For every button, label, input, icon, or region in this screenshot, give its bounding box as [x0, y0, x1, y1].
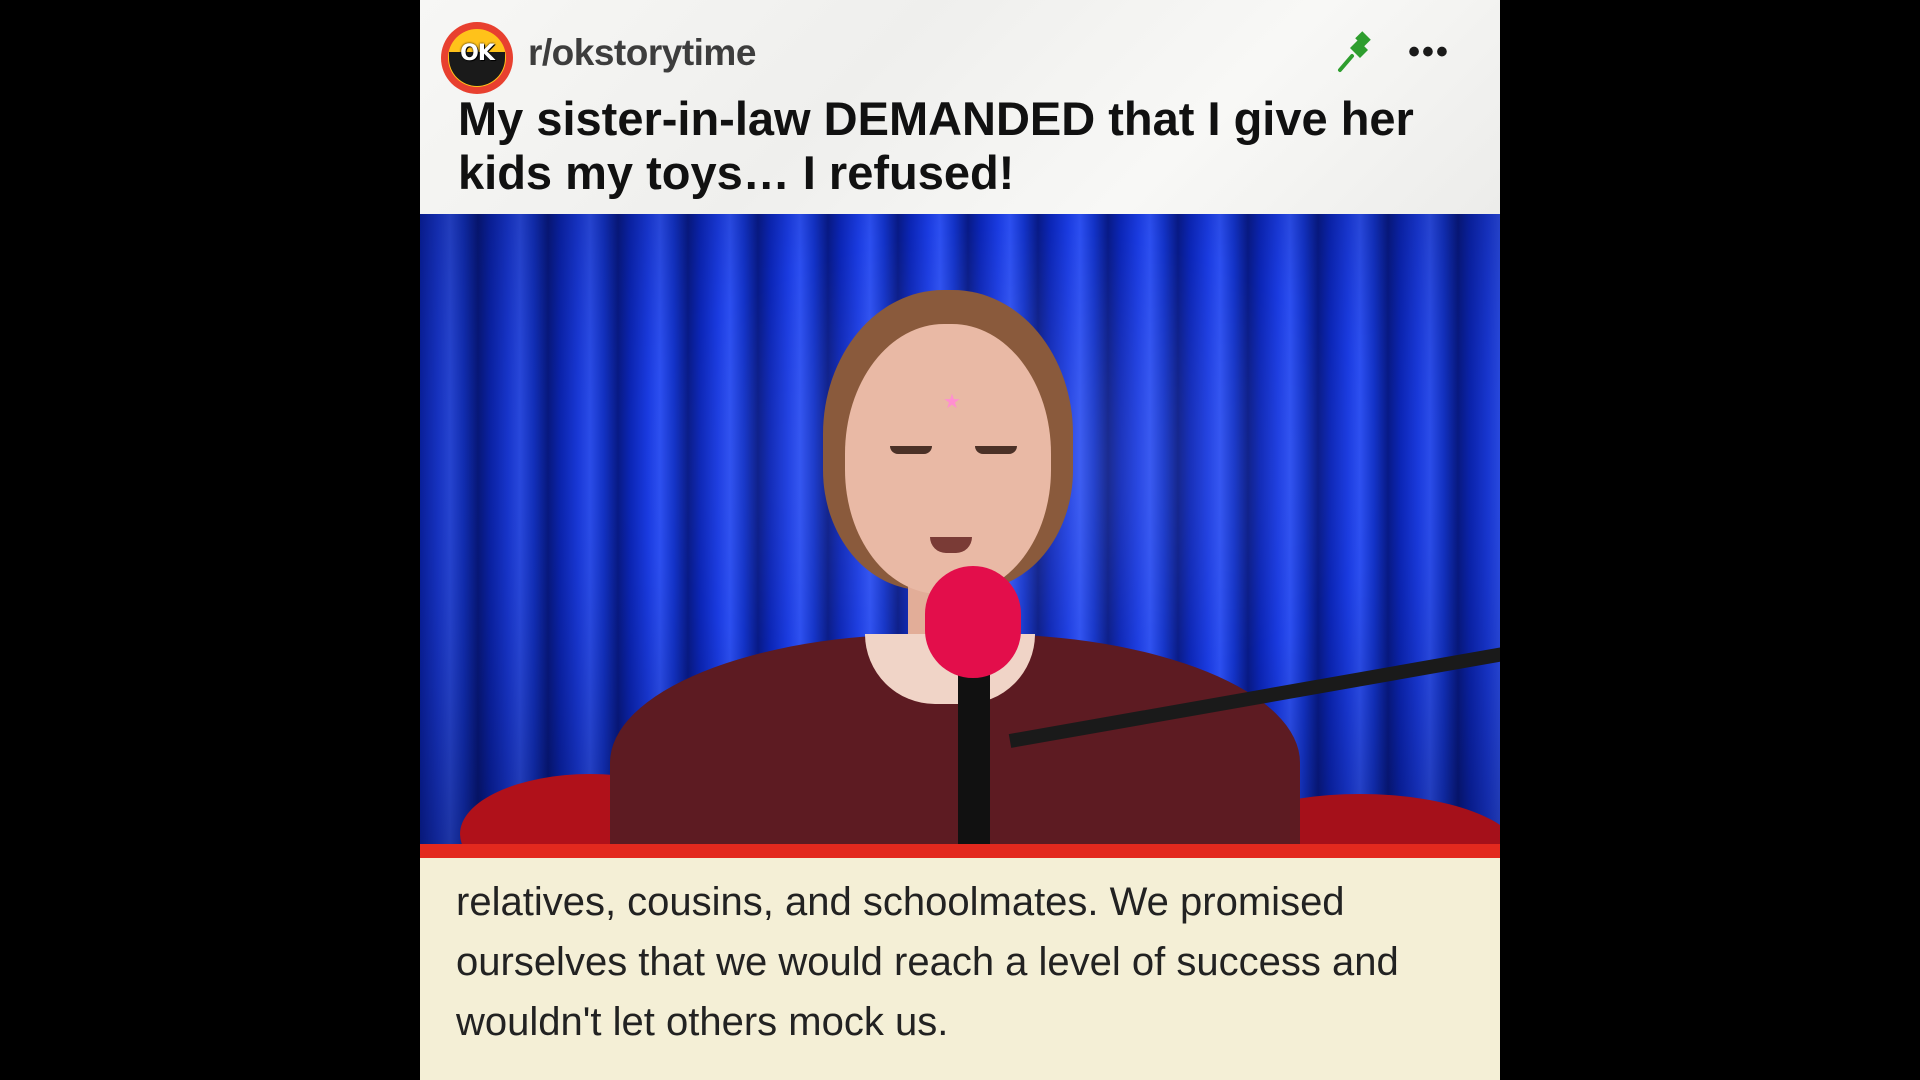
post-title: My sister-in-law DEMANDED that I give he…	[458, 92, 1414, 199]
speaker-eye-right	[975, 446, 1017, 454]
caption-box: relatives, cousins, and schoolmates. We …	[420, 858, 1500, 1080]
microphone-icon	[925, 566, 1021, 678]
speaker-face	[845, 324, 1051, 594]
star-sticker-icon: ★	[943, 391, 961, 413]
microphone-stand	[958, 664, 990, 844]
caption-divider	[420, 844, 1500, 858]
video-content[interactable]: ★	[420, 214, 1500, 844]
post-header: OK r/okstorytime ••• My sister-in-law DE…	[420, 0, 1500, 214]
subreddit-avatar[interactable]: OK	[441, 22, 513, 94]
more-options-icon[interactable]: •••	[1400, 32, 1458, 72]
subreddit-name[interactable]: r/okstorytime	[528, 32, 756, 74]
speaker-eye-left	[890, 446, 932, 454]
pushpin-icon[interactable]	[1332, 30, 1378, 76]
video-frame: OK r/okstorytime ••• My sister-in-law DE…	[420, 0, 1500, 1080]
caption-text: relatives, cousins, and schoolmates. We …	[456, 880, 1399, 1044]
avatar-label: OK	[460, 41, 495, 66]
